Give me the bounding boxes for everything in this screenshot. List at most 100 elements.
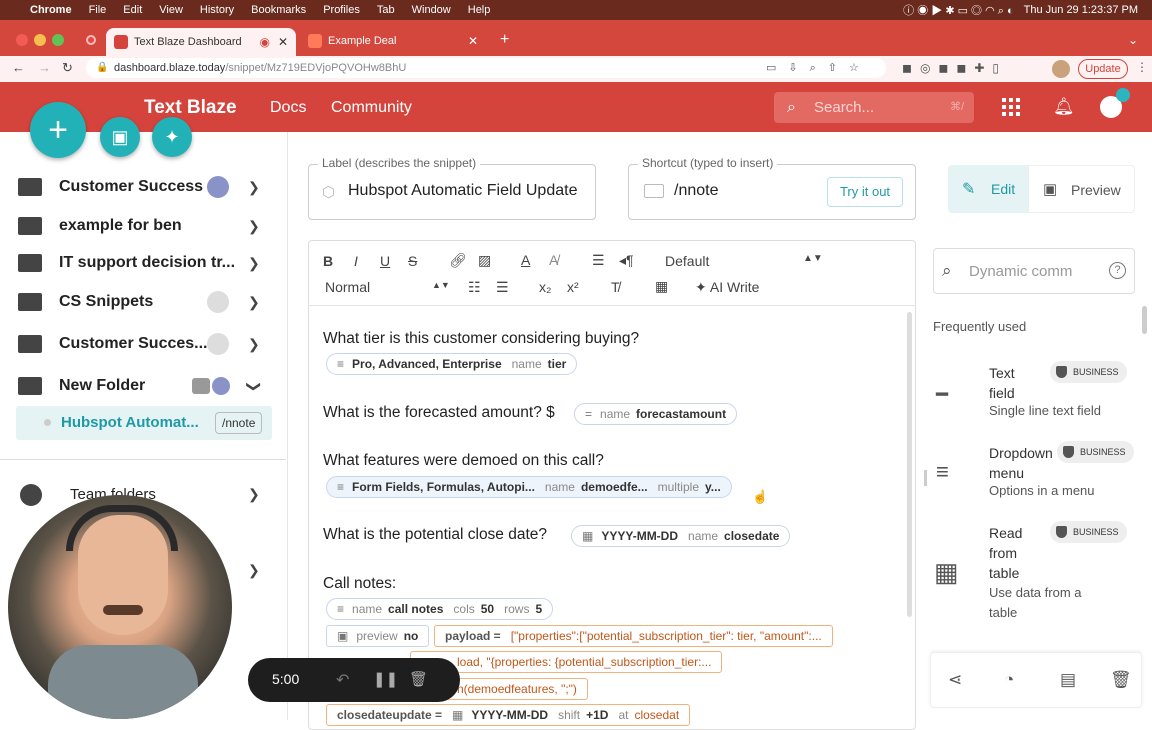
resize-handle[interactable] xyxy=(924,470,927,486)
extension-icons[interactable]: ◼◎◼◼✚▯ xyxy=(902,61,1007,75)
preview-chip[interactable]: ▣ preview no xyxy=(326,625,430,647)
sidebar-item-customer-success[interactable]: Customer Success ❯ xyxy=(0,169,286,205)
formula-chip-payload[interactable]: payload = ["properties":["potential_subs… xyxy=(434,625,833,647)
nav-docs[interactable]: Docs xyxy=(270,99,306,117)
undo-icon[interactable]: ↶ xyxy=(336,670,349,690)
chevron-right-icon[interactable]: ❯ xyxy=(248,562,260,579)
edit-mode-button[interactable]: ✎ Edit xyxy=(948,165,1028,213)
item-text-field[interactable]: Text field xyxy=(989,363,1039,403)
sidebar-item-example-for-ben[interactable]: example for ben ❯ xyxy=(0,208,286,244)
chevron-right-icon[interactable]: ❯ xyxy=(248,486,260,503)
italic-icon[interactable]: I xyxy=(354,253,358,269)
bulleted-list-icon[interactable]: ☰ xyxy=(496,279,509,296)
close-tab-icon[interactable]: ✕ xyxy=(278,35,288,49)
preview-mode-button[interactable]: ▣ Preview xyxy=(1028,165,1135,213)
menu-file[interactable]: File xyxy=(89,4,107,16)
link-icon[interactable]: 🔗︎ xyxy=(449,252,467,269)
text-color-icon[interactable]: A xyxy=(521,252,530,268)
formula-chip-closedateupdate[interactable]: closedateupdate = ▦ YYYY-MM-DD shift +1D… xyxy=(326,704,691,726)
pause-icon[interactable]: ❚❚ xyxy=(373,670,398,688)
sidebar-item-new-folder[interactable]: New Folder ❯ xyxy=(0,368,286,404)
new-tab-button[interactable]: + xyxy=(500,31,509,49)
sidebar-item-it-support[interactable]: IT support decision tr... ❯ xyxy=(0,245,286,281)
ai-write-button[interactable]: ✦ AI Write xyxy=(695,279,759,296)
comment-icon[interactable]: ▤ xyxy=(1060,670,1076,690)
font-select-arrow-icon[interactable]: ▲▼ xyxy=(803,253,823,264)
help-icon[interactable]: ? xyxy=(1109,262,1126,279)
close-window-icon[interactable] xyxy=(16,34,28,46)
apps-grid-icon[interactable] xyxy=(1002,98,1020,116)
menu-profiles[interactable]: Profiles xyxy=(323,4,360,16)
align-icon[interactable]: ☰ xyxy=(592,252,605,269)
superscript-icon[interactable]: x² xyxy=(567,279,579,295)
panel-scrollbar[interactable] xyxy=(1142,306,1147,334)
search-input[interactable]: ⌕ Search... ⌘/ xyxy=(774,92,974,123)
menu-chrome[interactable]: Chrome xyxy=(30,4,72,16)
more-menu-icon[interactable]: ⋮ xyxy=(1136,60,1148,74)
style-select[interactable]: Normal xyxy=(325,279,370,295)
menu-tab[interactable]: Tab xyxy=(377,4,395,16)
subscript-icon[interactable]: x₂ xyxy=(539,279,551,295)
item-read-from-table[interactable]: Read from table xyxy=(989,523,1034,583)
menu-edit[interactable]: Edit xyxy=(123,4,142,16)
nav-community[interactable]: Community xyxy=(331,99,412,117)
image-icon[interactable]: ▨ xyxy=(478,252,491,269)
minimize-window-icon[interactable] xyxy=(34,34,46,46)
shortcut-value[interactable]: /nnote xyxy=(674,182,718,200)
new-snippet-button[interactable]: + xyxy=(30,102,86,158)
tab-list-chevron-icon[interactable]: ⌄ xyxy=(1128,33,1138,47)
menu-bookmarks[interactable]: Bookmarks xyxy=(251,4,306,16)
font-select[interactable]: Default xyxy=(665,253,709,269)
trash-icon[interactable]: 🗑︎ xyxy=(409,670,428,688)
trash-icon[interactable]: 🗑︎ xyxy=(1110,670,1132,690)
close-tab-icon[interactable]: ✕ xyxy=(468,34,478,48)
style-select-arrow-icon[interactable]: ▲▼ xyxy=(432,280,450,290)
paragraph-direction-icon[interactable]: ◂¶ xyxy=(619,252,634,269)
update-button[interactable]: Update xyxy=(1078,59,1128,79)
sidebar-item-customer-succes-2[interactable]: Customer Succes... ❯ xyxy=(0,326,286,362)
chevron-right-icon[interactable]: ❯ xyxy=(248,294,260,311)
profile-avatar[interactable] xyxy=(1052,60,1070,78)
bold-icon[interactable]: B xyxy=(323,253,333,269)
paragraph-chip-call-notes[interactable]: ≡ name call notes cols 50 rows 5 xyxy=(326,598,554,620)
chevron-down-icon[interactable]: ❯ xyxy=(245,380,262,392)
chevron-right-icon[interactable]: ❯ xyxy=(248,336,260,353)
reload-icon[interactable]: ↻ xyxy=(62,60,73,76)
chevron-right-icon[interactable]: ❯ xyxy=(248,218,260,235)
table-icon[interactable]: ▦ xyxy=(655,278,668,295)
label-value[interactable]: Hubspot Automatic Field Update xyxy=(348,182,588,200)
back-icon[interactable]: ← xyxy=(12,60,25,75)
clear-format-icon[interactable]: T̸ xyxy=(611,279,620,295)
date-chip-closedate[interactable]: ▦ YYYY-MM-DD name closedate xyxy=(571,525,791,547)
tab-text-blaze-dashboard[interactable]: Text Blaze Dashboard ◉ ✕ xyxy=(106,28,296,56)
share-icon[interactable]: ⋖ xyxy=(948,670,962,690)
chevron-right-icon[interactable]: ❯ xyxy=(248,179,260,196)
dropdown-chip-tier[interactable]: ≡ Pro, Advanced, Enterprise name tier xyxy=(326,353,578,375)
dropdown-chip-features[interactable]: ≡ Form Fields, Formulas, Autopi... name … xyxy=(326,476,732,498)
underline-icon[interactable]: U xyxy=(380,253,390,269)
numbered-list-icon[interactable]: ☷ xyxy=(468,279,481,296)
menu-window[interactable]: Window xyxy=(412,4,451,16)
url-action-icons[interactable]: ▭⇩⌕⇧☆ xyxy=(766,61,871,75)
history-icon[interactable]: ◔ xyxy=(1004,670,1014,690)
editor-scrollbar[interactable] xyxy=(907,312,912,617)
new-folder-button[interactable]: ▣ xyxy=(100,117,140,157)
sidebar-item-cs-snippets[interactable]: CS Snippets ❯ xyxy=(0,284,286,320)
notifications-bell-icon[interactable]: 🔔︎ xyxy=(1053,97,1075,117)
maximize-window-icon[interactable] xyxy=(52,34,64,46)
menu-view[interactable]: View xyxy=(159,4,183,16)
highlight-icon[interactable]: A̸ xyxy=(549,252,558,268)
forward-icon[interactable]: → xyxy=(38,60,51,75)
chevron-right-icon[interactable]: ❯ xyxy=(248,255,260,272)
menu-history[interactable]: History xyxy=(200,4,234,16)
brand-title[interactable]: Text Blaze xyxy=(144,97,237,119)
tab-example-deal[interactable]: Example Deal ✕ xyxy=(300,28,486,54)
sidebar-snippet-selected[interactable]: Hubspot Automat... /nnote xyxy=(16,406,272,440)
menu-help[interactable]: Help xyxy=(468,4,491,16)
dynamic-command-search[interactable]: ⌕ Dynamic comm ? xyxy=(933,248,1135,294)
strikethrough-icon[interactable]: S xyxy=(408,253,417,269)
try-it-out-button[interactable]: Try it out xyxy=(827,177,903,207)
magic-wand-button[interactable]: ✦ xyxy=(152,117,192,157)
textfield-chip-amount[interactable]: = name forecastamount xyxy=(574,403,738,425)
shield-icon xyxy=(1056,366,1067,378)
